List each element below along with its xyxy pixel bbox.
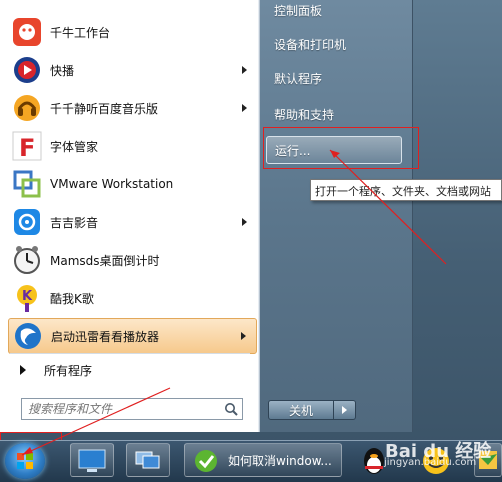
annotation-arrowhead-run [330,150,340,158]
annotation-arrows [21,149,447,456]
annotation-arrow-run [329,149,447,265]
annotation-arrowhead-start [22,447,33,455]
annotation-arrow-start [21,387,171,456]
